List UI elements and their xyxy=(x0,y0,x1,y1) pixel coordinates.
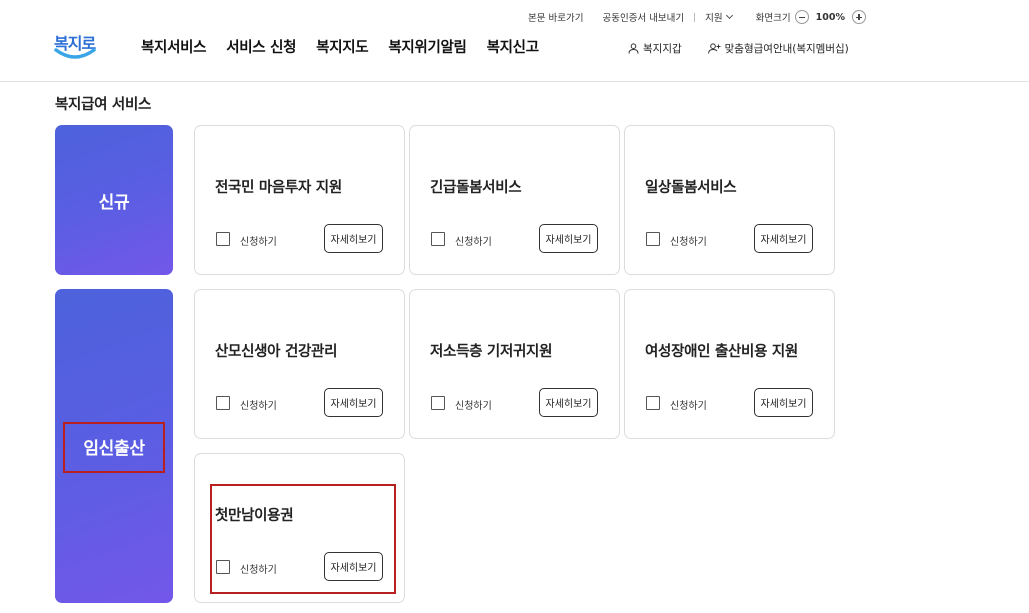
apply-checkbox[interactable] xyxy=(646,232,660,246)
category-label: 신규 xyxy=(98,192,130,213)
detail-button[interactable]: 자세히보기 xyxy=(539,224,598,253)
welfare-wallet-label: 복지지갑 xyxy=(643,43,682,55)
nav-welfare-services[interactable]: 복지서비스 xyxy=(141,36,207,57)
apply-label: 신청하기 xyxy=(240,237,277,248)
apply-label: 신청하기 xyxy=(240,565,277,576)
service-card: 첫만남이용권 신청하기 자세히보기 xyxy=(194,453,405,603)
utility-bar: 본문 바로가기 공동인증서 내보내기 지원 화면크기 100% xyxy=(528,9,866,25)
support-label: 지원 xyxy=(705,13,723,24)
chevron-down-icon xyxy=(725,11,733,20)
zoom-in-button[interactable] xyxy=(851,10,866,24)
service-title: 저소득층 기저귀지원 xyxy=(430,344,553,360)
zoom-out-button[interactable] xyxy=(794,10,809,24)
apply-checkbox[interactable] xyxy=(216,396,230,410)
apply-checkbox[interactable] xyxy=(431,232,445,246)
site-logo[interactable]: 복지로 xyxy=(54,30,98,64)
service-card: 긴급돌봄서비스 신청하기 자세히보기 xyxy=(409,125,620,275)
export-certificate-link[interactable]: 공동인증서 내보내기 xyxy=(602,10,684,24)
nav-welfare-map[interactable]: 복지지도 xyxy=(316,36,368,57)
detail-button[interactable]: 자세히보기 xyxy=(324,552,383,581)
category-highlight-box xyxy=(63,422,165,473)
user-plus-icon xyxy=(707,43,721,54)
main-nav: 복지서비스 서비스 신청 복지지도 복지위기알림 복지신고 xyxy=(141,36,559,57)
zoom-value: 100% xyxy=(815,11,845,23)
detail-button[interactable]: 자세히보기 xyxy=(754,224,813,253)
apply-label: 신청하기 xyxy=(455,401,492,412)
service-title: 전국민 마음투자 지원 xyxy=(215,180,342,196)
detail-button[interactable]: 자세히보기 xyxy=(324,224,383,253)
membership-label: 맞춤형급여안내(복지멤버십) xyxy=(724,43,849,55)
membership-link[interactable]: 맞춤형급여안내(복지멤버십) xyxy=(707,41,849,56)
nav-service-application[interactable]: 서비스 신청 xyxy=(226,36,296,57)
category-new: 신규 xyxy=(55,125,173,275)
header-divider xyxy=(0,81,1029,82)
detail-button[interactable]: 자세히보기 xyxy=(539,388,598,417)
user-links: 복지지갑 맞춤형급여안내(복지멤버십) xyxy=(628,41,849,56)
apply-label: 신청하기 xyxy=(455,237,492,248)
service-card: 전국민 마음투자 지원 신청하기 자세히보기 xyxy=(194,125,405,275)
nav-crisis-alert[interactable]: 복지위기알림 xyxy=(388,36,467,57)
support-dropdown[interactable]: 지원 xyxy=(705,10,733,24)
service-title: 산모신생아 건강관리 xyxy=(215,344,338,360)
service-title: 첫만남이용권 xyxy=(215,508,294,524)
apply-checkbox[interactable] xyxy=(216,560,230,574)
service-card: 산모신생아 건강관리 신청하기 자세히보기 xyxy=(194,289,405,439)
nav-welfare-report[interactable]: 복지신고 xyxy=(487,36,539,57)
utility-divider xyxy=(694,12,696,22)
detail-button[interactable]: 자세히보기 xyxy=(324,388,383,417)
apply-checkbox[interactable] xyxy=(431,396,445,410)
apply-checkbox[interactable] xyxy=(216,232,230,246)
service-title: 일상돌봄서비스 xyxy=(645,180,737,196)
apply-checkbox[interactable] xyxy=(646,396,660,410)
section-title: 복지급여 서비스 xyxy=(55,97,152,113)
detail-button[interactable]: 자세히보기 xyxy=(754,388,813,417)
zoom-label: 화면크기 xyxy=(755,13,791,24)
apply-label: 신청하기 xyxy=(670,401,707,412)
apply-label: 신청하기 xyxy=(240,401,277,412)
service-title: 여성장애인 출산비용 지원 xyxy=(645,344,798,360)
apply-label: 신청하기 xyxy=(670,237,707,248)
skip-to-content-link[interactable]: 본문 바로가기 xyxy=(528,10,583,24)
user-icon xyxy=(628,43,639,54)
service-card: 저소득층 기저귀지원 신청하기 자세히보기 xyxy=(409,289,620,439)
service-card: 여성장애인 출산비용 지원 신청하기 자세히보기 xyxy=(624,289,835,439)
logo-smile-icon xyxy=(54,48,96,59)
service-title: 긴급돌봄서비스 xyxy=(430,180,522,196)
welfare-wallet-link[interactable]: 복지지갑 xyxy=(628,41,682,56)
service-card: 일상돌봄서비스 신청하기 자세히보기 xyxy=(624,125,835,275)
